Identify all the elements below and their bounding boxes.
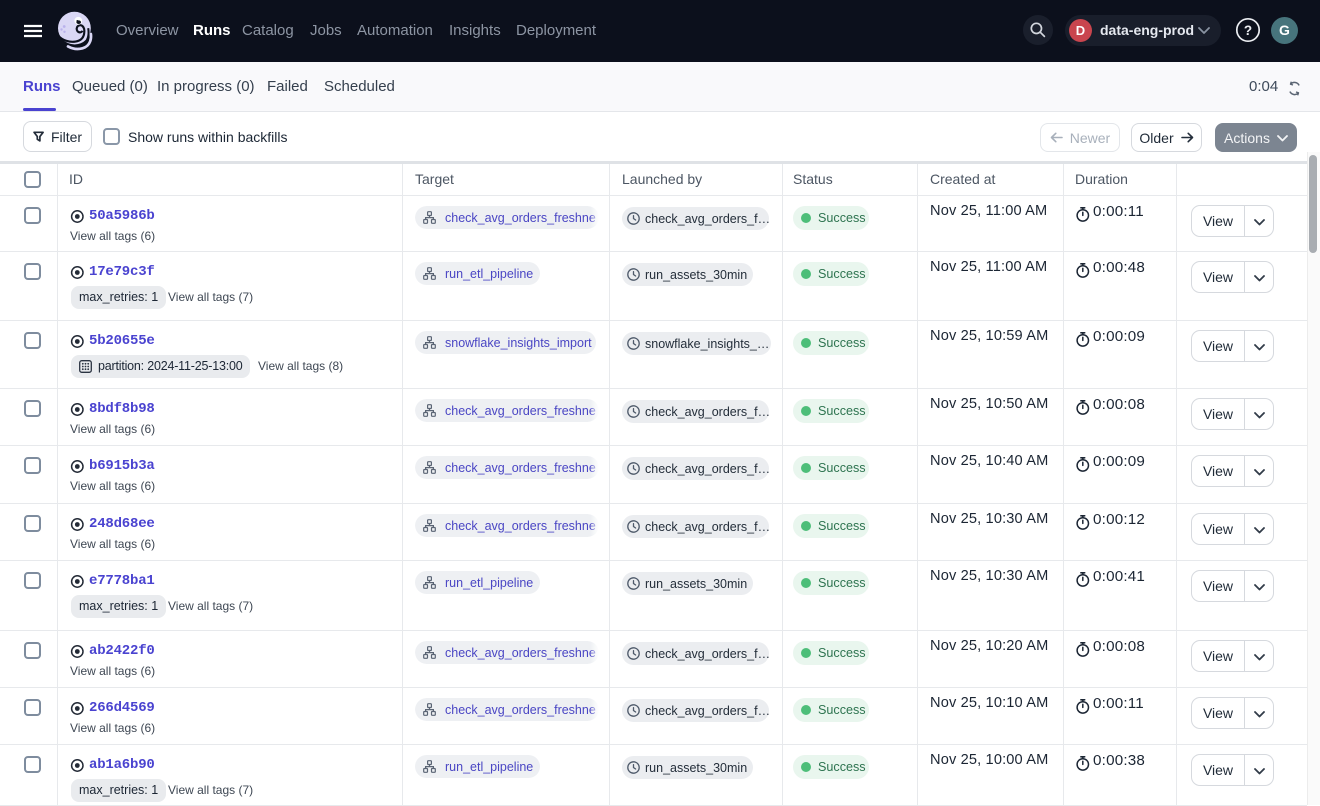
- svg-text:?: ?: [1244, 23, 1252, 38]
